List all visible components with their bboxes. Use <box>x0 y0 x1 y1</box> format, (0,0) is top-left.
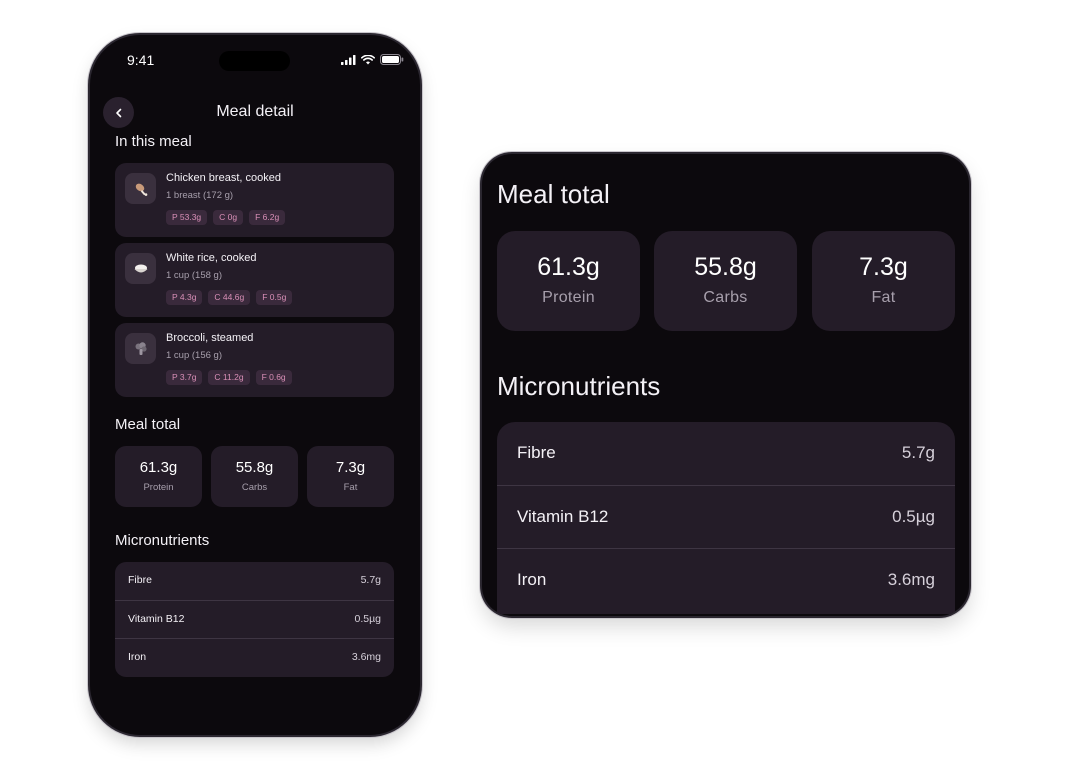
micronutrient-name: Fibre <box>128 574 152 586</box>
zoom-macro-card-carbs: 55.8g Carbs <box>654 231 797 331</box>
drumstick-icon <box>135 183 147 196</box>
carbs-chip: C 0g <box>213 210 244 225</box>
micronutrient-value: 0.5µg <box>892 507 935 526</box>
food-quantity: 1 cup (158 g) <box>166 270 222 281</box>
carbs-chip: C 44.6g <box>208 290 251 305</box>
micronutrient-row: Vitamin B12 0.5µg <box>115 600 394 638</box>
micronutrient-row: Iron 3.6mg <box>115 638 394 676</box>
zoomed-detail-panel: Meal total 61.3g Protein 55.8g Carbs 7.3… <box>482 154 969 616</box>
dynamic-island <box>219 51 290 71</box>
fat-chip: F 0.5g <box>256 290 293 305</box>
micronutrient-name: Fibre <box>517 443 556 462</box>
micronutrient-value: 0.5µg <box>354 613 382 625</box>
food-name: Broccoli, steamed <box>166 332 254 344</box>
food-icon-container <box>125 173 156 204</box>
zoom-micronutrient-list: Fibre 5.7g Vitamin B12 0.5µg Iron 3.6mg <box>497 422 955 614</box>
macro-label: Fat <box>343 482 358 493</box>
fat-chip: F 6.2g <box>249 210 286 225</box>
macro-summary: 61.3g Protein 55.8g Carbs 7.3g Fat <box>115 446 394 507</box>
macro-value: 55.8g <box>235 459 274 476</box>
micronutrient-list: Fibre 5.7g Vitamin B12 0.5µg Iron 3.6mg <box>115 562 394 677</box>
zoom-title-meal-total: Meal total <box>497 179 610 209</box>
macro-value: 61.3g <box>537 253 600 281</box>
micronutrient-value: 5.7g <box>360 574 381 586</box>
wifi-icon <box>361 54 375 64</box>
macro-label: Protein <box>542 289 595 306</box>
section-title-meal-total: Meal total <box>115 416 181 433</box>
battery-icon <box>380 54 404 65</box>
food-item-broccoli[interactable]: Broccoli, steamed 1 cup (156 g) P 3.7g C… <box>115 323 394 397</box>
micronutrient-value: 3.6mg <box>351 651 381 663</box>
macro-chips: P 4.3g C 44.6g F 0.5g <box>166 290 293 305</box>
signal-icon <box>341 54 356 65</box>
fat-chip: F 0.6g <box>255 370 292 385</box>
micronutrient-row: Iron 3.6mg <box>497 548 955 611</box>
micronutrient-value: 5.7g <box>901 443 935 462</box>
rice-bowl-icon <box>134 264 147 272</box>
page-title: Meal detail <box>216 103 294 120</box>
macro-label: Fat <box>871 289 896 306</box>
micronutrient-row: Fibre 5.7g <box>497 422 955 485</box>
macro-value: 7.3g <box>335 459 366 476</box>
carbs-chip: C 11.2g <box>208 370 250 385</box>
macro-label: Carbs <box>703 289 748 306</box>
macro-value: 7.3g <box>859 253 908 281</box>
protein-chip: P 3.7g <box>166 370 203 385</box>
food-item-rice[interactable]: White rice, cooked 1 cup (158 g) P 4.3g … <box>115 243 394 317</box>
broccoli-icon <box>135 341 147 355</box>
macro-value: 55.8g <box>694 253 757 281</box>
food-quantity: 1 breast (172 g) <box>166 190 234 201</box>
phone-screen: 9:41 Meal detail In this meal Chicken br… <box>90 35 420 735</box>
food-icon-container <box>125 333 156 364</box>
status-time: 9:41 <box>127 52 155 68</box>
food-name: White rice, cooked <box>166 252 257 264</box>
macro-card-carbs: 55.8g Carbs <box>211 446 298 507</box>
macro-value: 61.3g <box>139 459 178 476</box>
micronutrient-value: 3.6mg <box>887 570 935 589</box>
zoom-macro-card-protein: 61.3g Protein <box>497 231 640 331</box>
zoom-title-micronutrients: Micronutrients <box>497 371 661 401</box>
zoom-macro-card-fat: 7.3g Fat <box>812 231 955 331</box>
macro-label: Carbs <box>241 482 268 493</box>
protein-chip: P 53.3g <box>166 210 208 225</box>
macro-chips: P 3.7g C 11.2g F 0.6g <box>166 370 292 385</box>
micronutrient-row: Vitamin B12 0.5µg <box>497 485 955 548</box>
food-icon-container <box>125 253 156 284</box>
section-title-micronutrients: Micronutrients <box>115 532 210 549</box>
protein-chip: P 4.3g <box>166 290 203 305</box>
micronutrient-name: Iron <box>128 651 147 663</box>
food-name: Chicken breast, cooked <box>166 172 281 184</box>
status-icons <box>341 54 404 65</box>
macro-card-protein: 61.3g Protein <box>115 446 202 507</box>
micronutrient-name: Iron <box>517 570 547 589</box>
micronutrient-row: Fibre 5.7g <box>115 562 394 600</box>
food-quantity: 1 cup (156 g) <box>166 350 222 361</box>
macro-label: Protein <box>143 482 174 493</box>
micronutrient-name: Vitamin B12 <box>517 507 609 526</box>
macro-card-fat: 7.3g Fat <box>307 446 394 507</box>
section-title-meal-items: In this meal <box>115 133 192 150</box>
micronutrient-name: Vitamin B12 <box>128 613 185 625</box>
food-item-chicken[interactable]: Chicken breast, cooked 1 breast (172 g) … <box>115 163 394 237</box>
macro-chips: P 53.3g C 0g F 6.2g <box>166 210 286 225</box>
